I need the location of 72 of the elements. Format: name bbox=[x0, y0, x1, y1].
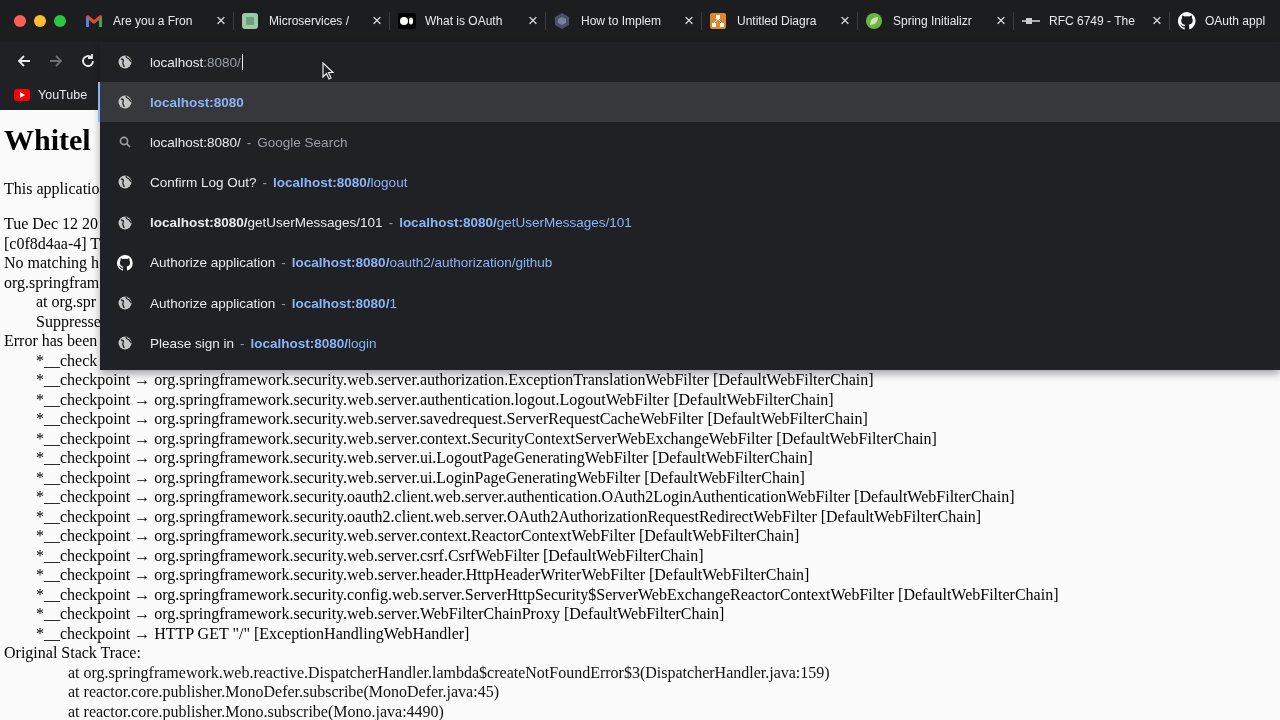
close-window-icon[interactable] bbox=[14, 15, 26, 27]
browser-tab[interactable]: How to Implem × bbox=[546, 6, 701, 36]
suggestion-item[interactable]: Authorize application - localhost:8080/oauth2/authorization/github bbox=[98, 242, 1280, 283]
close-icon[interactable]: × bbox=[837, 11, 853, 31]
page-description: This applicatio bbox=[4, 179, 100, 199]
dots-icon bbox=[398, 13, 416, 29]
log-line: *__checkpoint → org.springframework.security.oauth2.client.web.server.authentication.OAuth2LoginAuthenticationWebFilter [DefaultWebFilterChain] bbox=[36, 487, 1015, 507]
github-icon bbox=[1178, 12, 1196, 30]
browser-tab[interactable]: Spring Initializr × bbox=[858, 6, 1013, 36]
diagram-icon bbox=[710, 13, 726, 29]
browser-tab[interactable]: Untitled Diagra × bbox=[702, 6, 857, 36]
suggestion-item[interactable]: localhost:8080/ - Google Search bbox=[98, 122, 1280, 163]
close-icon[interactable]: × bbox=[681, 11, 697, 31]
log-line: *__checkpoint → org.springframework.security.web.server.savedrequest.ServerRequestCacheWebFilter [DefaultWebFilterChain] bbox=[36, 409, 868, 429]
suggestion-item[interactable]: Please sign in - localhost:8080/login bbox=[98, 323, 1280, 364]
log-line: *__check bbox=[36, 350, 98, 370]
close-icon[interactable]: × bbox=[525, 11, 541, 31]
browser-tab[interactable]: OAuth appl bbox=[1170, 6, 1280, 36]
leaf-icon bbox=[866, 13, 882, 29]
log-line: No matching h bbox=[4, 253, 100, 273]
square-icon bbox=[242, 13, 258, 29]
log-line: *__checkpoint → HTTP GET "/" [ExceptionHandlingWebHandler] bbox=[36, 623, 470, 643]
log-line: *__checkpoint → org.springframework.security.web.server.authorization.ExceptionTranslationWebFilter [DefaultWebFilterChain] bbox=[36, 370, 874, 390]
log-line: Original Stack Trace: bbox=[4, 643, 141, 663]
stack-frame-line: at org.springframework.web.reactive.DispatcherHandler.lambda$createNotFoundError$3(DispatcherHandler.java:159) bbox=[68, 662, 830, 682]
back-arrow-icon[interactable] bbox=[16, 53, 32, 69]
browser-tab[interactable]: What is OAuth × bbox=[390, 6, 545, 36]
stack-frame-line: at reactor.core.publisher.MonoDefer.subscribe(MonoDefer.java:45) bbox=[68, 682, 499, 702]
zoom-window-icon[interactable] bbox=[54, 15, 66, 27]
browser-tab[interactable]: RFC 6749 - The × bbox=[1014, 6, 1169, 36]
globe-icon bbox=[118, 336, 132, 351]
log-line: Error has been bbox=[4, 331, 98, 351]
suggestion-item[interactable]: Confirm Log Out? - localhost:8080/logout bbox=[98, 162, 1280, 203]
log-line: [c0f8d4aa-4] T bbox=[4, 233, 101, 253]
globe-icon bbox=[118, 296, 132, 311]
play-icon bbox=[14, 89, 30, 101]
browser-tab[interactable]: Are you a Fron × bbox=[78, 6, 233, 36]
browser-tab[interactable]: Microservices / × bbox=[234, 6, 389, 36]
log-line: at org.spr bbox=[36, 292, 97, 312]
hexagon-icon bbox=[554, 13, 570, 29]
log-line: *__checkpoint → org.springframework.security.oauth2.client.web.server.OAuth2AuthorizationRequestRedirectWebFilter [DefaultWebFilterChain] bbox=[36, 506, 982, 526]
page-heading: Whitel bbox=[4, 123, 91, 157]
log-line: *__checkpoint → org.springframework.security.web.server.context.ReactorContextWebFilter [DefaultWebFilterChain] bbox=[36, 526, 800, 546]
bookmark[interactable]: YouTube bbox=[10, 85, 92, 105]
log-line: *__checkpoint → org.springframework.security.config.web.server.ServerHttpSecurity$ServerWebExchangeReactorContextWebFilter [DefaultWebFilterChain] bbox=[36, 584, 1059, 604]
log-line: *__checkpoint → org.springframework.security.web.server.header.HttpHeaderWriterWebFilter [DefaultWebFilterChain] bbox=[36, 565, 810, 585]
log-line: *__checkpoint → org.springframework.security.web.server.csrf.CsrfWebFilter [DefaultWebFilterChain] bbox=[36, 545, 704, 565]
log-line: Tue Dec 12 20 bbox=[4, 214, 99, 234]
mail-icon bbox=[86, 15, 102, 27]
close-icon[interactable]: × bbox=[213, 11, 229, 31]
log-line: *__checkpoint → org.springframework.security.web.server.context.SecurityContextServerWebExchangeWebFilter [DefaultWebFilterChain] bbox=[36, 428, 937, 448]
mouse-pointer-icon bbox=[322, 62, 334, 80]
log-line: *__checkpoint → org.springframework.security.web.server.ui.LogoutPageGeneratingWebFilter [DefaultWebFilterChain] bbox=[36, 448, 813, 468]
log-line: *__checkpoint → org.springframework.security.web.server.authentication.logout.LogoutWebFilter [DefaultWebFilterChain] bbox=[36, 389, 834, 409]
suggestion-item[interactable]: localhost:8080 bbox=[98, 82, 1280, 123]
close-icon[interactable]: × bbox=[993, 11, 1009, 31]
log-line: org.springfram bbox=[4, 272, 100, 292]
globe-icon bbox=[118, 175, 132, 190]
stack-frame-line: at reactor.core.publisher.Mono.subscribe(Mono.java:4490) bbox=[68, 701, 444, 720]
globe-icon bbox=[118, 95, 132, 110]
globe-icon bbox=[118, 215, 132, 230]
log-line: *__checkpoint → org.springframework.security.web.server.ui.LoginPageGeneratingWebFilter [DefaultWebFilterChain] bbox=[36, 467, 805, 487]
globe-icon bbox=[118, 55, 132, 69]
close-icon[interactable]: × bbox=[1149, 11, 1165, 31]
address-field[interactable]: localhost:8080/ bbox=[150, 50, 243, 74]
minimize-window-icon[interactable] bbox=[34, 15, 46, 27]
log-line: *__checkpoint → org.springframework.security.web.server.WebFilterChainProxy [DefaultWebFilterChain] bbox=[36, 604, 725, 624]
search-icon bbox=[119, 136, 131, 149]
log-line: Suppresse bbox=[36, 311, 101, 331]
close-icon[interactable]: × bbox=[369, 11, 385, 31]
github-icon bbox=[117, 254, 133, 271]
reload-icon[interactable] bbox=[80, 53, 96, 69]
